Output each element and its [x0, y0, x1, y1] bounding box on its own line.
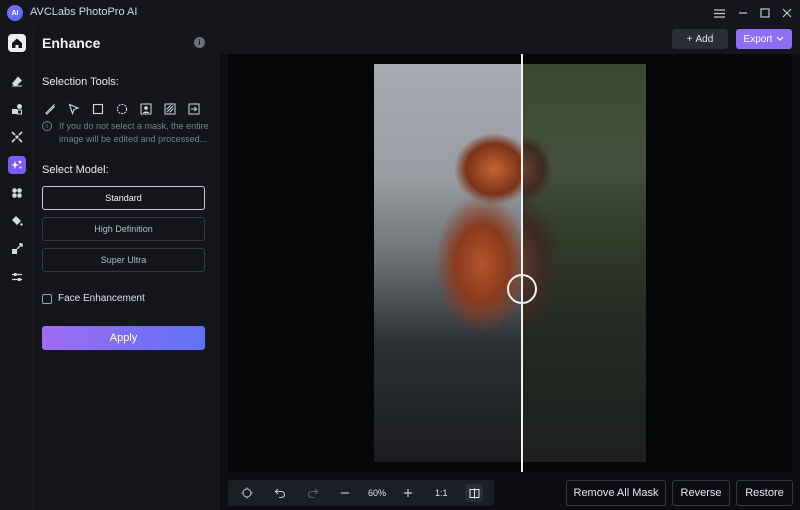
apply-button[interactable]: Apply: [42, 326, 205, 350]
minimize-icon[interactable]: [733, 3, 753, 23]
chevron-down-icon: [777, 36, 784, 41]
face-enhancement-label: Face Enhancement: [58, 293, 145, 304]
photo-enhanced-side: [374, 64, 522, 462]
brush-icon[interactable]: [42, 101, 58, 117]
selection-tools-label: Selection Tools:: [42, 76, 119, 88]
sidebar: [0, 26, 34, 510]
selection-tools: [42, 101, 202, 117]
resize-icon[interactable]: [8, 240, 26, 258]
sliders-icon[interactable]: [8, 268, 26, 286]
face-enhancement-checkbox[interactable]: [42, 293, 52, 304]
enhance-panel: Enhance i Selection Tools: i If you do n…: [34, 26, 220, 510]
compare-view-icon[interactable]: [465, 484, 483, 502]
title-bar: AI AVCLabs PhotoPro AI: [0, 0, 800, 26]
ellipse-select-icon[interactable]: [114, 101, 130, 117]
eraser-icon[interactable]: [8, 72, 26, 90]
top-toolbar: + Add Export: [220, 26, 800, 54]
main-area: + Add Export 60% 1:1 Remove All Mask Rev…: [220, 26, 800, 510]
zoom-in-icon[interactable]: [400, 485, 416, 501]
info-icon[interactable]: i: [194, 37, 205, 48]
model-standard-button[interactable]: Standard: [42, 186, 205, 210]
shapes-icon[interactable]: [8, 100, 26, 118]
zoom-controls: 60% 1:1: [228, 480, 494, 506]
pattern-select-icon[interactable]: [162, 101, 178, 117]
image-canvas[interactable]: [228, 54, 792, 472]
photo-preview: [374, 64, 646, 462]
maximize-icon[interactable]: [755, 3, 775, 23]
undo-icon[interactable]: [272, 485, 288, 501]
note-info-icon: i: [42, 121, 52, 131]
zoom-level: 60%: [368, 488, 387, 498]
actual-size-button[interactable]: 1:1: [435, 488, 448, 498]
paint-bucket-icon[interactable]: [8, 212, 26, 230]
redo-icon[interactable]: [305, 485, 321, 501]
expand-icon[interactable]: [8, 128, 26, 146]
plus-icon: +: [686, 33, 693, 45]
photo-original-side: [522, 64, 646, 462]
app-title: AVCLabs PhotoPro AI: [30, 6, 138, 18]
compare-divider[interactable]: [521, 54, 523, 472]
select-model-label: Select Model:: [42, 164, 109, 176]
reset-view-icon[interactable]: [239, 485, 255, 501]
lasso-icon[interactable]: [66, 101, 82, 117]
add-button[interactable]: + Add: [672, 29, 728, 49]
hamburger-menu-icon[interactable]: [709, 3, 729, 23]
home-icon[interactable]: [8, 34, 26, 52]
face-enhancement-row[interactable]: Face Enhancement: [42, 293, 145, 304]
restore-button[interactable]: Restore: [736, 480, 793, 506]
selection-note: If you do not select a mask, the entire …: [59, 121, 209, 144]
panel-title: Enhance: [42, 35, 101, 51]
reverse-button[interactable]: Reverse: [672, 480, 730, 506]
compare-handle[interactable]: [507, 274, 537, 304]
bottom-toolbar: 60% 1:1 Remove All Mask Reverse Restore: [220, 478, 800, 510]
rectangle-select-icon[interactable]: [90, 101, 106, 117]
model-high-definition-button[interactable]: High Definition: [42, 217, 205, 241]
export-button[interactable]: Export: [736, 29, 792, 49]
app-logo: AI: [7, 5, 23, 21]
import-mask-icon[interactable]: [186, 101, 202, 117]
export-label: Export: [743, 33, 773, 45]
zoom-out-icon[interactable]: [337, 485, 353, 501]
add-label: Add: [695, 33, 714, 45]
fan-icon[interactable]: [8, 184, 26, 202]
remove-all-mask-button[interactable]: Remove All Mask: [566, 480, 666, 506]
model-super-ultra-button[interactable]: Super Ultra: [42, 248, 205, 272]
app-logo-text: AI: [11, 9, 19, 17]
sparkle-icon[interactable]: [8, 156, 26, 174]
close-icon[interactable]: [777, 3, 797, 23]
portrait-select-icon[interactable]: [138, 101, 154, 117]
